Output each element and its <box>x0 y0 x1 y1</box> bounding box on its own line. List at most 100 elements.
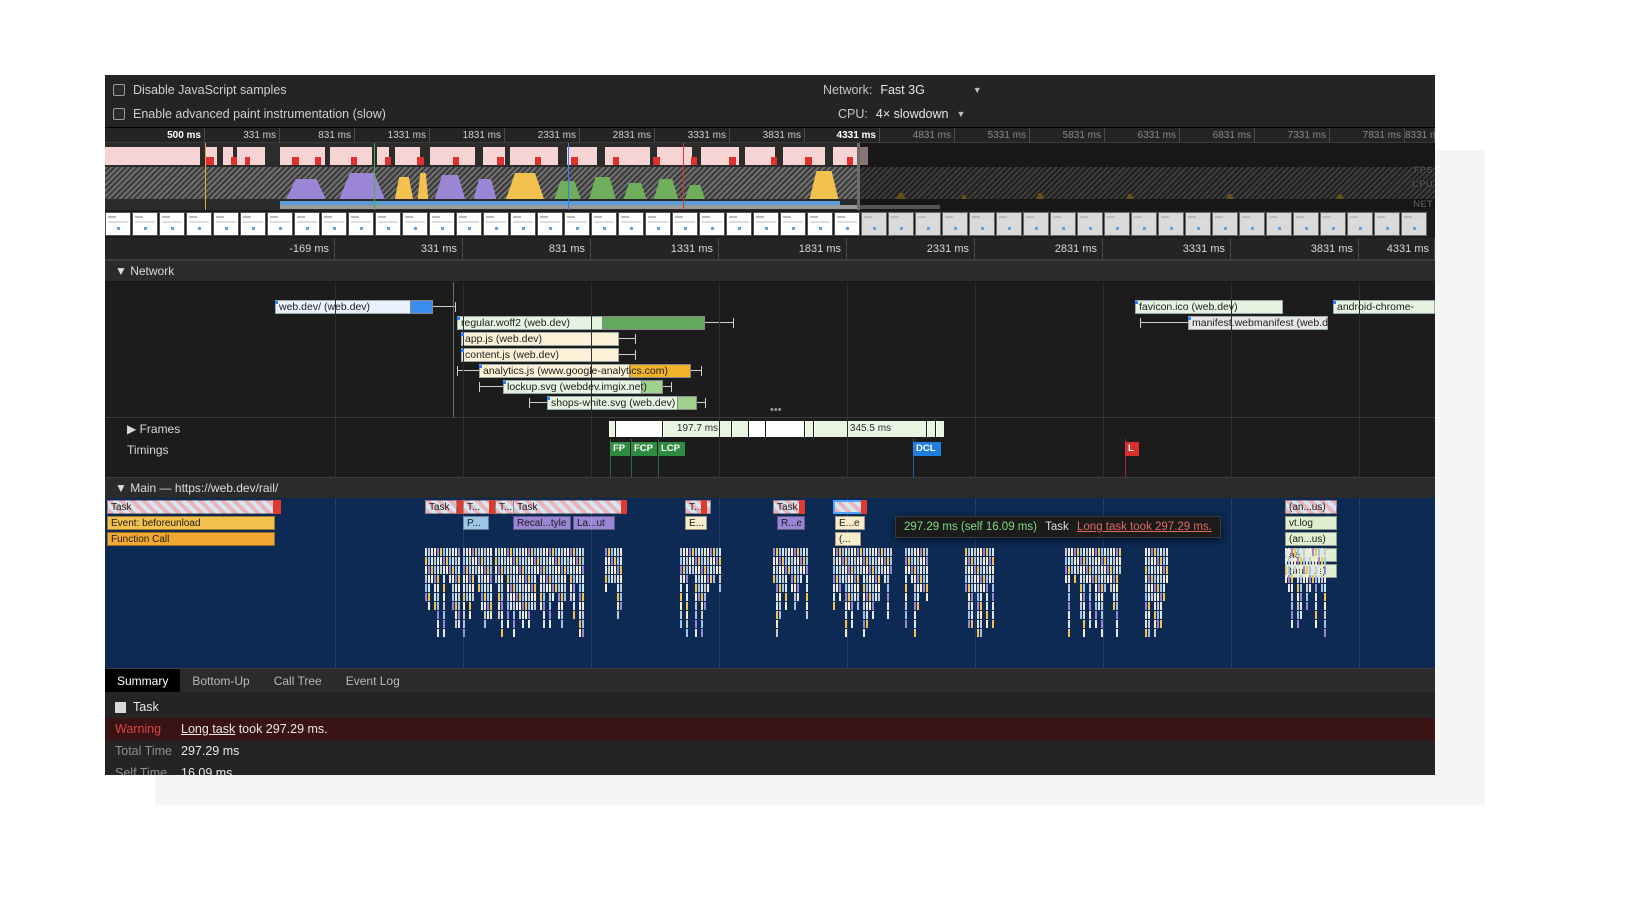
timing-marker-fp[interactable]: FP <box>610 442 630 456</box>
frames-label[interactable]: ▶ Frames <box>127 422 180 436</box>
timeline-overview[interactable]: 500 ms331 ms831 ms1331 ms1831 ms2331 ms2… <box>105 128 1435 210</box>
filmstrip-frame[interactable] <box>618 212 644 236</box>
flame-block[interactable]: La...ut <box>573 516 615 530</box>
filmstrip-frame[interactable] <box>483 212 509 236</box>
filmstrip-frame[interactable] <box>267 212 293 236</box>
frame-box[interactable] <box>609 421 615 437</box>
frame-box[interactable] <box>805 421 813 437</box>
frame-box[interactable] <box>732 421 748 437</box>
timing-marker-l[interactable]: L <box>1125 442 1139 456</box>
frame-box[interactable] <box>936 421 944 437</box>
flame-block[interactable]: (... <box>835 532 861 546</box>
filmstrip-frame[interactable] <box>645 212 671 236</box>
detail-tabs[interactable]: SummaryBottom-UpCall TreeEvent Log <box>105 668 1435 692</box>
filmstrip-frame[interactable] <box>1320 212 1346 236</box>
frame-box[interactable] <box>927 421 935 437</box>
flame-block[interactable]: T... <box>685 500 711 514</box>
flame-block[interactable]: (an...us) <box>1285 532 1337 546</box>
network-track-header[interactable]: ▼ Network <box>105 260 1435 282</box>
tab-call-tree[interactable]: Call Tree <box>262 669 334 692</box>
filmstrip-frame[interactable] <box>429 212 455 236</box>
tab-event-log[interactable]: Event Log <box>334 669 412 692</box>
filmstrip-frame[interactable] <box>1185 212 1211 236</box>
filmstrip-frame[interactable] <box>132 212 158 236</box>
network-value[interactable]: Fast 3G <box>880 83 924 97</box>
filmstrip-frame[interactable] <box>1266 212 1292 236</box>
long-task-link[interactable]: Long task <box>181 722 235 736</box>
flame-block[interactable]: Function Call <box>107 532 275 546</box>
timing-marker-dcl[interactable]: DCL <box>913 442 941 456</box>
network-throttling-control[interactable]: Network: Fast 3G ▼ <box>823 83 982 97</box>
filmstrip-frame[interactable] <box>1212 212 1238 236</box>
frame-box[interactable] <box>616 421 662 437</box>
advanced-paint-row[interactable]: Enable advanced paint instrumentation (s… <box>113 107 386 121</box>
flame-block[interactable]: (an...us) <box>1285 500 1337 514</box>
filmstrip-frame[interactable] <box>537 212 563 236</box>
filmstrip-frame[interactable] <box>294 212 320 236</box>
checkbox-icon[interactable] <box>113 108 125 120</box>
main-flame-chart[interactable]: 297.29 ms (self 16.09 ms) Task Long task… <box>105 498 1435 668</box>
overview-body[interactable]: FPS CPU NET <box>105 143 1435 210</box>
flame-block[interactable]: Event: beforeunload <box>107 516 275 530</box>
filmstrip-frame[interactable] <box>672 212 698 236</box>
flame-block[interactable]: E...e <box>835 516 865 530</box>
filmstrip-frame[interactable] <box>375 212 401 236</box>
frame-box[interactable]: 197.7 ms <box>663 421 731 437</box>
frames-track[interactable]: ▶ Frames 197.7 ms 345.5 ms <box>105 417 1435 439</box>
filmstrip-frame[interactable] <box>1077 212 1103 236</box>
filmstrip-frame[interactable] <box>1104 212 1130 236</box>
frame-box[interactable]: 345.5 ms <box>814 421 926 437</box>
tab-summary[interactable]: Summary <box>105 669 180 692</box>
flame-block[interactable]: Task <box>425 500 457 514</box>
filmstrip-frame[interactable] <box>564 212 590 236</box>
flame-block[interactable]: vt.log <box>1285 516 1337 530</box>
filmstrip-frame[interactable] <box>591 212 617 236</box>
filmstrip-frame[interactable] <box>942 212 968 236</box>
flame-block[interactable]: P... <box>463 516 489 530</box>
filmstrip-frame[interactable] <box>1293 212 1319 236</box>
filmstrip-frame[interactable] <box>186 212 212 236</box>
filmstrip-frame[interactable] <box>1050 212 1076 236</box>
filmstrip-frame[interactable] <box>321 212 347 236</box>
chevron-down-icon[interactable]: ▼ <box>957 109 966 119</box>
flame-block[interactable]: R...e <box>777 516 805 530</box>
flame-block[interactable]: Task <box>513 500 623 514</box>
network-track[interactable]: ••• web.dev/ (web.dev)regular.woff2 (web… <box>105 282 1435 417</box>
filmstrip-frame[interactable] <box>456 212 482 236</box>
overview-window-handle[interactable] <box>857 143 860 210</box>
tab-bottom-up[interactable]: Bottom-Up <box>180 669 261 692</box>
filmstrip-frame[interactable] <box>159 212 185 236</box>
filmstrip-frame[interactable] <box>969 212 995 236</box>
flame-block[interactable]: Task <box>107 500 275 514</box>
filmstrip-frame[interactable] <box>699 212 725 236</box>
filmstrip-frame[interactable] <box>105 212 131 236</box>
timing-marker-lcp[interactable]: LCP <box>658 442 685 456</box>
filmstrip-frame[interactable] <box>807 212 833 236</box>
timing-marker-fcp[interactable]: FCP <box>631 442 657 456</box>
flame-block[interactable]: E... <box>685 516 707 530</box>
filmstrip-frame[interactable] <box>1131 212 1157 236</box>
flame-block[interactable]: Recal...tyle <box>513 516 571 530</box>
filmstrip-frame[interactable] <box>726 212 752 236</box>
frame-box[interactable] <box>749 421 765 437</box>
filmstrip-frame[interactable] <box>348 212 374 236</box>
checkbox-icon[interactable] <box>113 84 125 96</box>
filmstrip-frame[interactable] <box>834 212 860 236</box>
filmstrip-frame[interactable] <box>753 212 779 236</box>
filmstrip-frame[interactable] <box>888 212 914 236</box>
cpu-throttling-control[interactable]: CPU: 4× slowdown ▼ <box>838 107 965 121</box>
overflow-ellipsis[interactable]: ••• <box>770 404 782 416</box>
filmstrip[interactable] <box>105 210 1435 238</box>
chevron-down-icon[interactable]: ▼ <box>973 85 982 95</box>
filmstrip-frame[interactable] <box>915 212 941 236</box>
timings-track[interactable]: Timings FPFCPLCPDCLL <box>105 439 1435 477</box>
filmstrip-frame[interactable] <box>213 212 239 236</box>
flame-block[interactable]: T... <box>463 500 491 514</box>
filmstrip-frame[interactable] <box>1023 212 1049 236</box>
filmstrip-frame[interactable] <box>780 212 806 236</box>
disable-js-samples-row[interactable]: Disable JavaScript samples <box>113 83 287 97</box>
filmstrip-frame[interactable] <box>1239 212 1265 236</box>
filmstrip-frame[interactable] <box>1401 212 1427 236</box>
main-track-header[interactable]: ▼ Main — https://web.dev/rail/ <box>105 477 1435 498</box>
filmstrip-frame[interactable] <box>510 212 536 236</box>
